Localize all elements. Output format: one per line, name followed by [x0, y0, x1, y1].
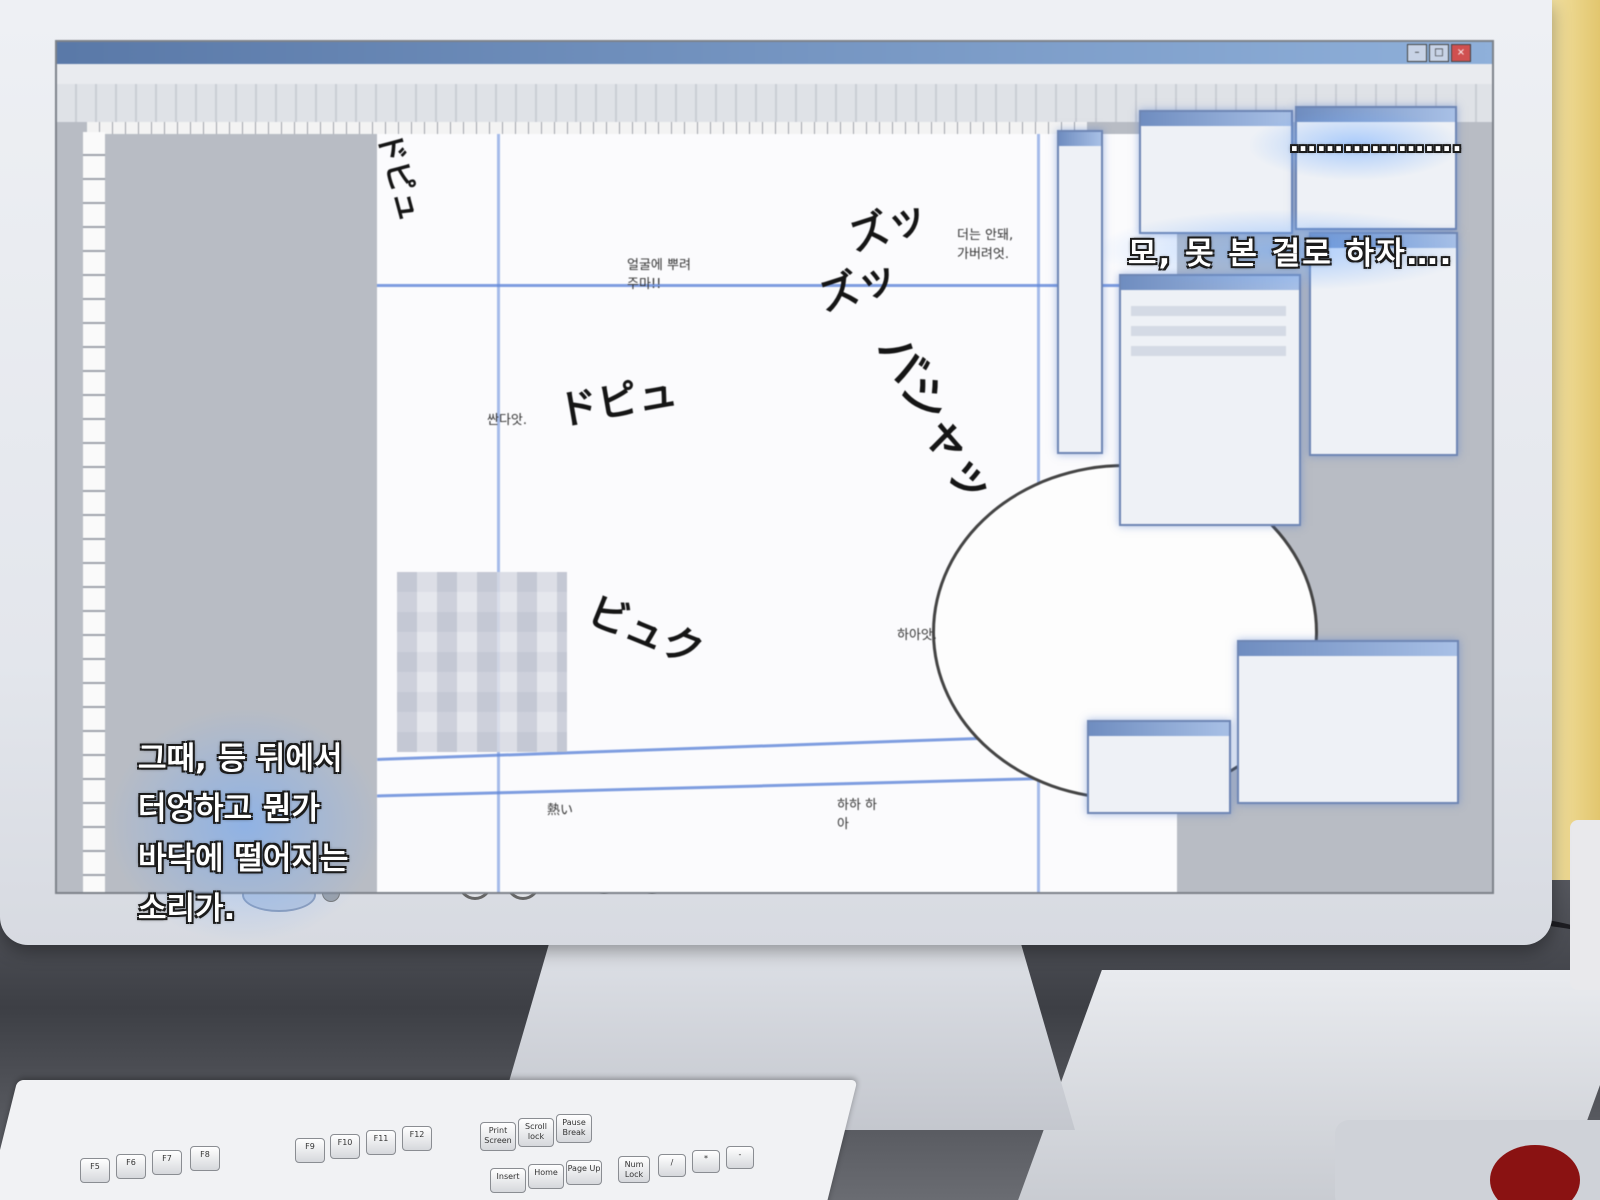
- keyboard-key: F7: [152, 1150, 182, 1175]
- keyboard-key: /: [658, 1154, 686, 1177]
- keyboard-key: F11: [366, 1130, 396, 1155]
- material-panel: [1237, 640, 1459, 804]
- keyboard-key: Insert: [490, 1168, 526, 1193]
- sound-effect: ドピュ: [370, 128, 428, 225]
- keyboard-key: F8: [190, 1146, 220, 1171]
- sound-effect: バシャッ: [867, 325, 1006, 512]
- sound-effect: ドピュ: [554, 368, 681, 436]
- tool-palette: [1057, 130, 1103, 454]
- dialogue-line: ……………….: [1290, 128, 1463, 158]
- keyboard-key: Print Screen: [480, 1122, 516, 1151]
- drawing-app-menubar: [57, 64, 1492, 84]
- keyboard-key: F5: [80, 1158, 110, 1183]
- horizontal-ruler: [87, 122, 1087, 134]
- layer-properties-panel: [1119, 274, 1301, 526]
- narration-line: 소리가.: [138, 891, 236, 927]
- keyboard-key: -: [726, 1146, 754, 1169]
- close-icon: ×: [1451, 44, 1471, 62]
- speech-bubble: 하아앗.: [897, 628, 938, 643]
- info-panel: [1087, 720, 1231, 814]
- narration-line: 바닥에 떨어지는: [138, 841, 349, 877]
- speech-bubble: 더는 안돼, 가버려엇.: [957, 228, 1014, 262]
- keyboard-key: F9: [295, 1138, 325, 1163]
- speech-bubble: 얼굴에 뿌려주마!!: [627, 258, 691, 292]
- keyboard-key: Scroll lock: [518, 1118, 554, 1147]
- keyboard-key: F12: [402, 1126, 432, 1151]
- keyboard-key: *: [692, 1150, 720, 1173]
- keyboard-key: Pause Break: [556, 1114, 592, 1143]
- speech-bubble: 熱い: [547, 803, 574, 818]
- desk-phone: [1570, 820, 1600, 990]
- maximize-icon: □: [1429, 44, 1449, 62]
- sound-effect: ズッ: [813, 252, 904, 322]
- keyboard-key: F10: [330, 1134, 360, 1159]
- narration-line: 터엉하고 뭔가: [138, 791, 320, 827]
- censor-mosaic: [397, 572, 567, 752]
- speech-bubble: 싼다앗.: [487, 413, 528, 428]
- minimize-icon: –: [1407, 44, 1427, 62]
- speech-bubble: 하하 하아: [837, 798, 878, 832]
- visual-novel-scene: – □ × 얼굴에 뿌려주마!! 더는 안돼, 가버려엇. 싼다앗. 하아앗. …: [0, 0, 1600, 1200]
- narration-line: 그때, 등 뒤에서: [138, 741, 343, 777]
- guide-line: [497, 134, 500, 892]
- keyboard-key: F6: [116, 1154, 146, 1179]
- sound-effect: ビュク: [581, 587, 710, 676]
- drawing-app-titlebar: [57, 42, 1492, 64]
- dialogue-line: 모, 못 본 걸로 하자….: [1128, 236, 1454, 272]
- keyboard-key: Num Lock: [618, 1156, 650, 1183]
- keyboard-key: Home: [528, 1164, 564, 1189]
- keyboard-key: Page Up: [566, 1160, 602, 1185]
- vertical-ruler: [83, 132, 105, 892]
